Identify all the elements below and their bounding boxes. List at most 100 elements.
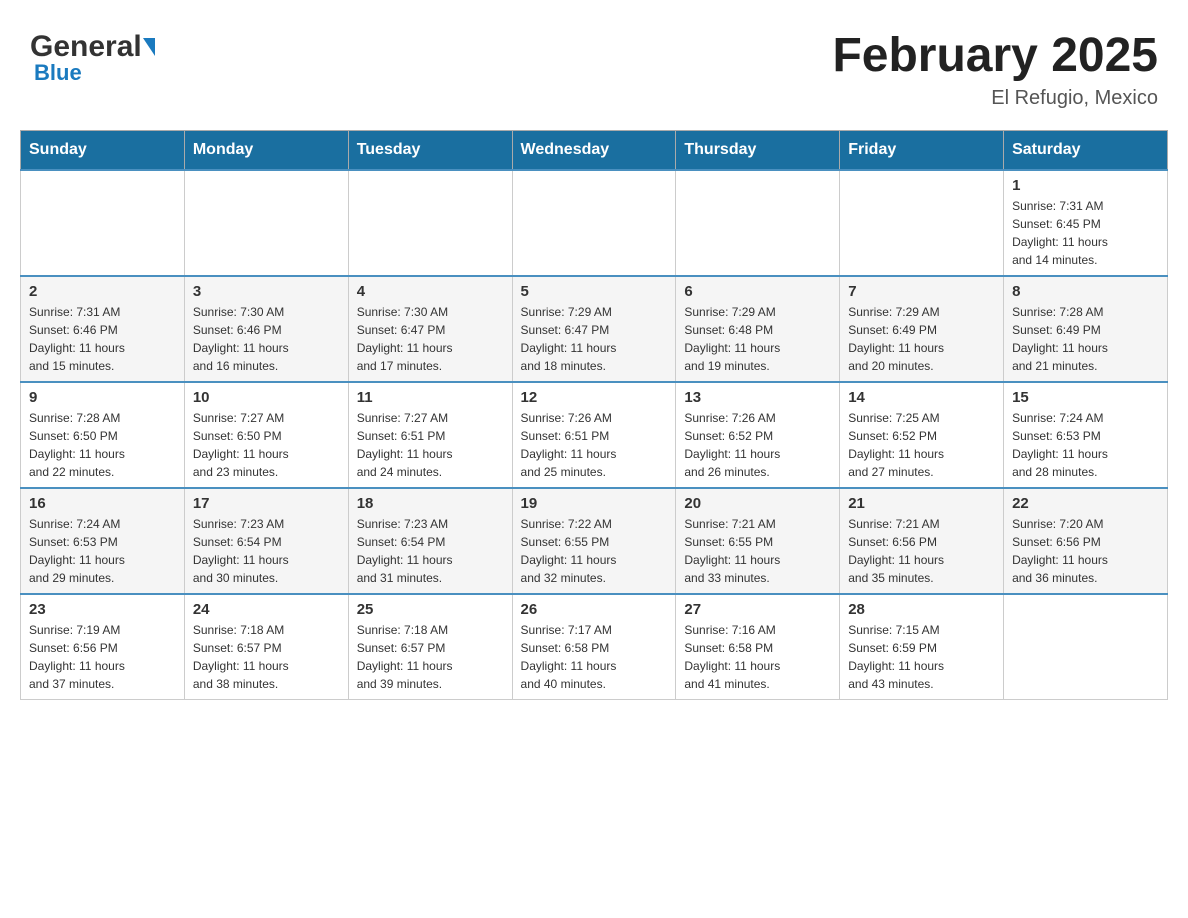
calendar-header-row: Sunday Monday Tuesday Wednesday Thursday… bbox=[21, 130, 1168, 170]
calendar-day-cell bbox=[184, 170, 348, 276]
day-number: 20 bbox=[684, 495, 831, 512]
calendar-week-2: 2Sunrise: 7:31 AM Sunset: 6:46 PM Daylig… bbox=[21, 276, 1168, 382]
day-info: Sunrise: 7:15 AM Sunset: 6:59 PM Dayligh… bbox=[848, 621, 995, 693]
calendar-day-cell: 28 Sunrise: 7:15 AM Sunset: 6:59 PM Dayli… bbox=[840, 594, 1004, 700]
day-info: Sunrise: 7:29 AM Sunset: 6:47 PM Dayligh… bbox=[521, 303, 668, 375]
calendar-day-cell: 27 Sunrise: 7:16 AM Sunset: 6:58 PM Dayli… bbox=[676, 594, 840, 700]
calendar-day-cell: 14Sunrise: 7:25 AM Sunset: 6:52 PM Dayli… bbox=[840, 382, 1004, 488]
col-wednesday: Wednesday bbox=[512, 130, 676, 170]
day-number: 9 bbox=[29, 389, 176, 406]
day-info: Sunrise: 7:18 AM Sunset: 6:57 PM Dayligh… bbox=[357, 621, 504, 693]
calendar-week-5: 23 Sunrise: 7:19 AM Sunset: 6:56 PM Dayli… bbox=[21, 594, 1168, 700]
day-info: Sunrise: 7:29 AM Sunset: 6:49 PM Dayligh… bbox=[848, 303, 995, 375]
day-info: Sunrise: 7:22 AM Sunset: 6:55 PM Dayligh… bbox=[521, 515, 668, 587]
day-info: Sunrise: 7:26 AM Sunset: 6:52 PM Dayligh… bbox=[684, 409, 831, 481]
calendar-day-cell: 8Sunrise: 7:28 AM Sunset: 6:49 PM Daylig… bbox=[1004, 276, 1168, 382]
day-info: Sunrise: 7:31 AM Sunset: 6:45 PM Dayligh… bbox=[1012, 197, 1159, 269]
logo: General Blue bbox=[30, 30, 155, 86]
calendar-day-cell: 16 Sunrise: 7:24 AM Sunset: 6:53 PM Dayli… bbox=[21, 488, 185, 594]
day-number: 28 bbox=[848, 601, 995, 618]
location-subtitle: El Refugio, Mexico bbox=[832, 87, 1158, 110]
calendar-day-cell bbox=[676, 170, 840, 276]
day-info: Sunrise: 7:30 AM Sunset: 6:47 PM Dayligh… bbox=[357, 303, 504, 375]
day-info: Sunrise: 7:23 AM Sunset: 6:54 PM Dayligh… bbox=[193, 515, 340, 587]
day-number: 17 bbox=[193, 495, 340, 512]
calendar-day-cell bbox=[21, 170, 185, 276]
day-info: Sunrise: 7:20 AM Sunset: 6:56 PM Dayligh… bbox=[1012, 515, 1159, 587]
calendar-day-cell bbox=[1004, 594, 1168, 700]
col-thursday: Thursday bbox=[676, 130, 840, 170]
day-number: 10 bbox=[193, 389, 340, 406]
col-friday: Friday bbox=[840, 130, 1004, 170]
calendar-week-1: 1 Sunrise: 7:31 AM Sunset: 6:45 PM Daylig… bbox=[21, 170, 1168, 276]
day-info: Sunrise: 7:23 AM Sunset: 6:54 PM Dayligh… bbox=[357, 515, 504, 587]
calendar-day-cell: 20 Sunrise: 7:21 AM Sunset: 6:55 PM Dayli… bbox=[676, 488, 840, 594]
day-number: 5 bbox=[521, 283, 668, 300]
calendar-day-cell: 26Sunrise: 7:17 AM Sunset: 6:58 PM Dayli… bbox=[512, 594, 676, 700]
calendar-day-cell: 12Sunrise: 7:26 AM Sunset: 6:51 PM Dayli… bbox=[512, 382, 676, 488]
logo-arrow-icon bbox=[143, 38, 155, 56]
day-number: 1 bbox=[1012, 177, 1159, 194]
calendar-day-cell: 19 Sunrise: 7:22 AM Sunset: 6:55 PM Dayli… bbox=[512, 488, 676, 594]
day-info: Sunrise: 7:21 AM Sunset: 6:55 PM Dayligh… bbox=[684, 515, 831, 587]
calendar-day-cell: 23 Sunrise: 7:19 AM Sunset: 6:56 PM Dayli… bbox=[21, 594, 185, 700]
logo-general-text: General bbox=[30, 30, 142, 64]
calendar-day-cell: 22 Sunrise: 7:20 AM Sunset: 6:56 PM Dayli… bbox=[1004, 488, 1168, 594]
day-number: 16 bbox=[29, 495, 176, 512]
col-saturday: Saturday bbox=[1004, 130, 1168, 170]
calendar-day-cell bbox=[840, 170, 1004, 276]
calendar-day-cell: 17 Sunrise: 7:23 AM Sunset: 6:54 PM Dayli… bbox=[184, 488, 348, 594]
day-number: 11 bbox=[357, 389, 504, 406]
day-number: 25 bbox=[357, 601, 504, 618]
month-year-title: February 2025 bbox=[832, 30, 1158, 83]
calendar-week-3: 9 Sunrise: 7:28 AM Sunset: 6:50 PM Daylig… bbox=[21, 382, 1168, 488]
day-number: 4 bbox=[357, 283, 504, 300]
day-number: 19 bbox=[521, 495, 668, 512]
page-header: General Blue February 2025 El Refugio, M… bbox=[20, 20, 1168, 120]
day-info: Sunrise: 7:21 AM Sunset: 6:56 PM Dayligh… bbox=[848, 515, 995, 587]
calendar-day-cell: 4 Sunrise: 7:30 AM Sunset: 6:47 PM Daylig… bbox=[348, 276, 512, 382]
day-info: Sunrise: 7:16 AM Sunset: 6:58 PM Dayligh… bbox=[684, 621, 831, 693]
calendar-day-cell: 7 Sunrise: 7:29 AM Sunset: 6:49 PM Daylig… bbox=[840, 276, 1004, 382]
calendar-day-cell: 18 Sunrise: 7:23 AM Sunset: 6:54 PM Dayli… bbox=[348, 488, 512, 594]
col-sunday: Sunday bbox=[21, 130, 185, 170]
day-number: 18 bbox=[357, 495, 504, 512]
calendar-day-cell: 6 Sunrise: 7:29 AM Sunset: 6:48 PM Daylig… bbox=[676, 276, 840, 382]
calendar-day-cell: 3 Sunrise: 7:30 AM Sunset: 6:46 PM Daylig… bbox=[184, 276, 348, 382]
calendar-day-cell: 9 Sunrise: 7:28 AM Sunset: 6:50 PM Daylig… bbox=[21, 382, 185, 488]
calendar-day-cell: 13Sunrise: 7:26 AM Sunset: 6:52 PM Dayli… bbox=[676, 382, 840, 488]
day-info: Sunrise: 7:24 AM Sunset: 6:53 PM Dayligh… bbox=[29, 515, 176, 587]
day-info: Sunrise: 7:24 AM Sunset: 6:53 PM Dayligh… bbox=[1012, 409, 1159, 481]
day-number: 2 bbox=[29, 283, 176, 300]
day-info: Sunrise: 7:28 AM Sunset: 6:50 PM Dayligh… bbox=[29, 409, 176, 481]
day-number: 23 bbox=[29, 601, 176, 618]
day-number: 15 bbox=[1012, 389, 1159, 406]
day-number: 6 bbox=[684, 283, 831, 300]
calendar-week-4: 16 Sunrise: 7:24 AM Sunset: 6:53 PM Dayli… bbox=[21, 488, 1168, 594]
day-info: Sunrise: 7:27 AM Sunset: 6:50 PM Dayligh… bbox=[193, 409, 340, 481]
day-info: Sunrise: 7:28 AM Sunset: 6:49 PM Dayligh… bbox=[1012, 303, 1159, 375]
logo-blue-text: Blue bbox=[30, 60, 82, 86]
calendar-table: Sunday Monday Tuesday Wednesday Thursday… bbox=[20, 130, 1168, 700]
day-info: Sunrise: 7:29 AM Sunset: 6:48 PM Dayligh… bbox=[684, 303, 831, 375]
day-info: Sunrise: 7:18 AM Sunset: 6:57 PM Dayligh… bbox=[193, 621, 340, 693]
calendar-day-cell: 1 Sunrise: 7:31 AM Sunset: 6:45 PM Daylig… bbox=[1004, 170, 1168, 276]
day-number: 7 bbox=[848, 283, 995, 300]
calendar-day-cell: 24Sunrise: 7:18 AM Sunset: 6:57 PM Dayli… bbox=[184, 594, 348, 700]
day-number: 14 bbox=[848, 389, 995, 406]
day-info: Sunrise: 7:30 AM Sunset: 6:46 PM Dayligh… bbox=[193, 303, 340, 375]
day-number: 3 bbox=[193, 283, 340, 300]
calendar-day-cell: 15 Sunrise: 7:24 AM Sunset: 6:53 PM Dayli… bbox=[1004, 382, 1168, 488]
calendar-day-cell: 11Sunrise: 7:27 AM Sunset: 6:51 PM Dayli… bbox=[348, 382, 512, 488]
day-info: Sunrise: 7:19 AM Sunset: 6:56 PM Dayligh… bbox=[29, 621, 176, 693]
day-number: 27 bbox=[684, 601, 831, 618]
calendar-day-cell bbox=[348, 170, 512, 276]
day-info: Sunrise: 7:17 AM Sunset: 6:58 PM Dayligh… bbox=[521, 621, 668, 693]
calendar-day-cell: 10 Sunrise: 7:27 AM Sunset: 6:50 PM Dayli… bbox=[184, 382, 348, 488]
day-number: 22 bbox=[1012, 495, 1159, 512]
col-tuesday: Tuesday bbox=[348, 130, 512, 170]
day-number: 21 bbox=[848, 495, 995, 512]
calendar-day-cell: 5 Sunrise: 7:29 AM Sunset: 6:47 PM Daylig… bbox=[512, 276, 676, 382]
calendar-day-cell: 2Sunrise: 7:31 AM Sunset: 6:46 PM Daylig… bbox=[21, 276, 185, 382]
col-monday: Monday bbox=[184, 130, 348, 170]
